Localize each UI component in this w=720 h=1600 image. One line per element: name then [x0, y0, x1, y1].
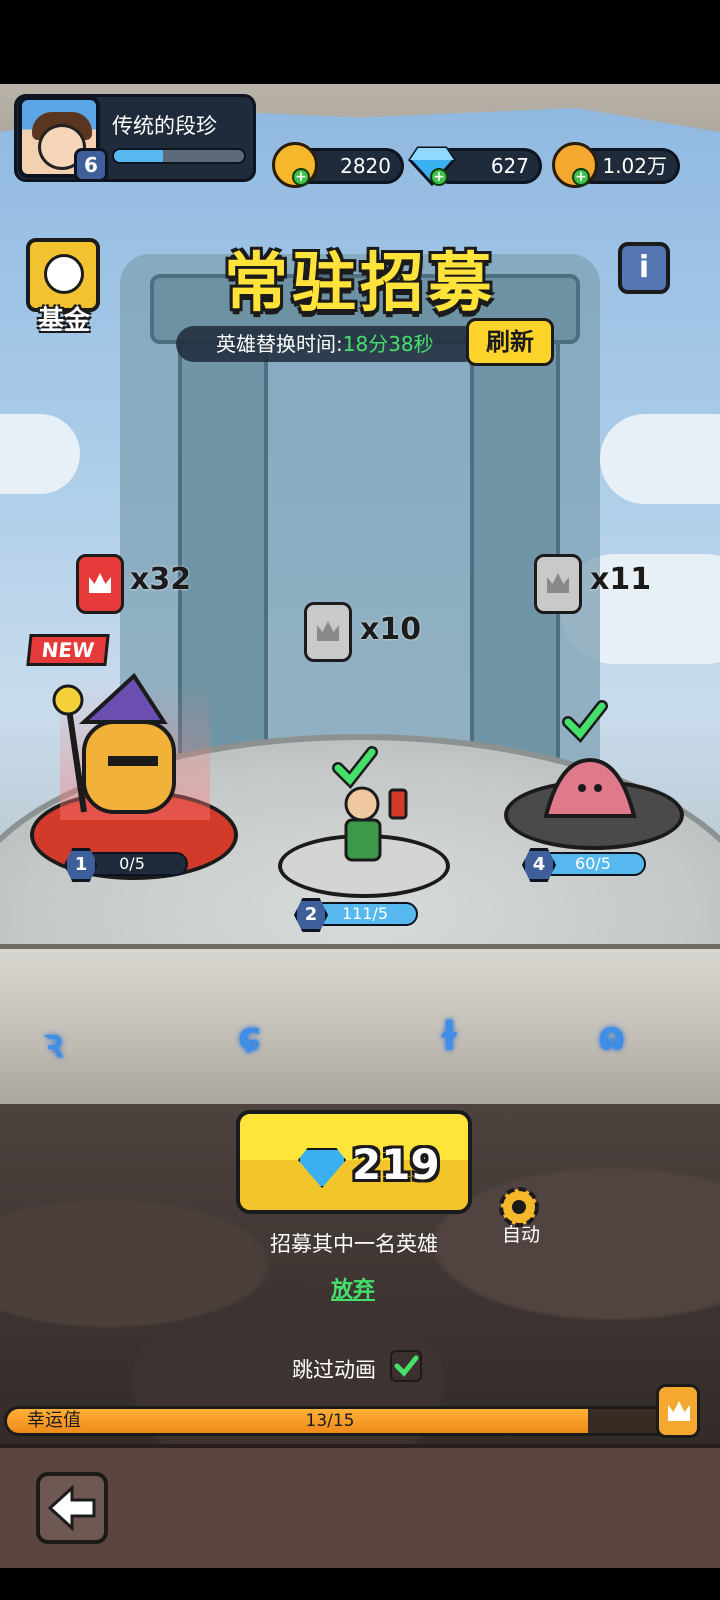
crown-icon — [547, 573, 569, 593]
rune-glyph: ɫ — [438, 1014, 461, 1060]
timer-label: 英雄替换时间: — [216, 332, 343, 356]
pillar-right — [470, 294, 560, 774]
cloud — [600, 414, 720, 504]
abandon-link[interactable]: 放弃 — [0, 1272, 706, 1304]
rune-glyph: ɕ — [238, 1014, 262, 1060]
xp-fill — [114, 150, 164, 162]
recruit-description: 招募其中一名英雄 — [270, 1232, 438, 1256]
hero3-progress-bar: 60/5 — [540, 852, 646, 876]
bottom-panel — [0, 1444, 720, 1568]
back-button[interactable] — [36, 1472, 108, 1544]
info-icon[interactable]: i — [618, 242, 670, 294]
crown-icon — [89, 573, 111, 593]
rune-glyph: ꝛ — [44, 1021, 63, 1067]
wizard-dog-hero[interactable] — [44, 672, 194, 822]
refresh-button[interactable]: 刷新 — [466, 318, 554, 366]
hero3-check-icon — [562, 700, 608, 744]
auto-button-label[interactable]: 自动 — [494, 1220, 548, 1247]
hero1-progress-text: 0/5 — [119, 854, 145, 873]
status-bar — [0, 0, 720, 84]
luck-reward-icon[interactable] — [656, 1384, 700, 1438]
hero2-progress-text: 111/5 — [341, 904, 389, 923]
add-gold-button[interactable]: + — [292, 168, 310, 186]
new-badge: NEW — [26, 634, 110, 666]
crown-icon — [317, 621, 339, 641]
xp-bar — [112, 148, 246, 164]
recruit-button[interactable]: 219 — [236, 1110, 472, 1214]
player-name: 传统的段珍 — [112, 114, 217, 138]
player-level-badge: 6 — [74, 148, 108, 182]
timer-value: 18分38秒 — [342, 332, 434, 356]
luck-bar: 幸运值 13/15 — [4, 1406, 680, 1436]
hero3-token-icon — [534, 554, 582, 614]
hero1-token-icon — [76, 554, 124, 614]
crown-icon — [668, 1401, 690, 1421]
recruit-cost: 219 — [352, 1140, 440, 1189]
hero2-token-icon — [304, 602, 352, 662]
soldier-hero[interactable] — [330, 780, 420, 870]
system-nav-bar — [0, 1568, 720, 1600]
cloud — [0, 414, 80, 494]
hero3-token-count: x11 — [590, 562, 652, 597]
diamond-icon — [298, 1148, 346, 1188]
add-crown-coin-button[interactable]: + — [572, 168, 590, 186]
rune-glyph: ɷ — [598, 1014, 626, 1060]
check-icon — [394, 1355, 419, 1377]
skip-animation-label: 跳过动画 — [292, 1358, 376, 1382]
arrow-left-icon — [47, 1484, 96, 1532]
hero2-check-icon — [332, 746, 378, 790]
hero2-token-count: x10 — [360, 612, 422, 647]
luck-value: 13/15 — [305, 1411, 355, 1431]
page-title: 常驻招募 — [224, 247, 496, 321]
slime-hero[interactable] — [540, 756, 640, 820]
hero-swap-timer: 英雄替换时间:18分38秒 — [176, 326, 482, 362]
skip-animation-checkbox[interactable] — [390, 1350, 422, 1382]
fund-label: 基金 — [37, 306, 90, 336]
hero2-progress-bar: 111/5 — [312, 902, 418, 926]
add-diamond-button[interactable]: + — [430, 168, 448, 186]
hero1-token-count: x32 — [130, 562, 192, 597]
hero3-progress-text: 60/5 — [575, 854, 611, 873]
fund-icon — [44, 254, 84, 294]
